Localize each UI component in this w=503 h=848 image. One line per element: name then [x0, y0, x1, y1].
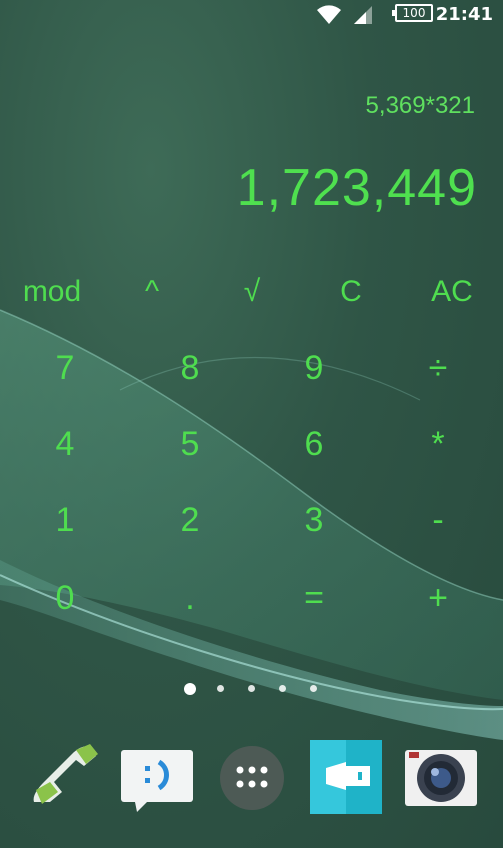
status-bar: 100 21:41 [0, 0, 503, 30]
album-app[interactable] [306, 738, 386, 818]
equals-key[interactable]: = [264, 568, 364, 628]
all-clear-key[interactable]: AC [402, 262, 502, 322]
sqrt-key[interactable]: √ [202, 262, 302, 322]
mod-key[interactable]: mod [2, 262, 102, 322]
page-dot-5[interactable] [310, 685, 317, 692]
messaging-icon [121, 750, 193, 812]
app-drawer-icon [220, 746, 284, 810]
key-1[interactable]: 1 [15, 490, 115, 550]
multiply-key[interactable]: * [388, 414, 488, 474]
page-dot-4[interactable] [279, 685, 286, 692]
key-3[interactable]: 3 [264, 490, 364, 550]
key-2[interactable]: 2 [140, 490, 240, 550]
key-8[interactable]: 8 [140, 338, 240, 398]
subtract-key[interactable]: - [388, 490, 488, 550]
phone-icon [33, 744, 98, 804]
key-4[interactable]: 4 [15, 414, 115, 474]
key-7[interactable]: 7 [15, 338, 115, 398]
page-dot-3[interactable] [248, 685, 255, 692]
home-screen: 100 21:41 5,369*321 1,723,449 mod ^ √ C … [0, 0, 503, 848]
album-icon [310, 740, 382, 814]
page-dot-1[interactable] [184, 683, 196, 695]
key-5[interactable]: 5 [140, 414, 240, 474]
status-time: 21:41 [435, 4, 493, 25]
calculator-expression: 5,369*321 [365, 92, 475, 119]
key-9[interactable]: 9 [264, 338, 364, 398]
app-drawer-button[interactable] [212, 738, 292, 818]
power-key[interactable]: ^ [102, 262, 202, 322]
key-0[interactable]: 0 [15, 568, 115, 628]
camera-app[interactable] [401, 738, 481, 818]
page-dot-2[interactable] [217, 685, 224, 692]
add-key[interactable]: + [388, 568, 488, 628]
calculator-result: 1,723,449 [236, 159, 477, 217]
phone-app[interactable] [24, 738, 104, 818]
key-6[interactable]: 6 [264, 414, 364, 474]
page-indicator [0, 683, 503, 695]
camera-icon [405, 750, 477, 806]
messaging-app[interactable] [117, 738, 197, 818]
battery-level: 100 [402, 6, 426, 20]
divide-key[interactable]: ÷ [388, 338, 488, 398]
wifi-icon [317, 5, 341, 24]
clear-key[interactable]: C [301, 262, 401, 322]
signal-icon [354, 6, 372, 24]
battery-icon: 100 [392, 4, 433, 22]
decimal-key[interactable]: . [140, 568, 240, 628]
